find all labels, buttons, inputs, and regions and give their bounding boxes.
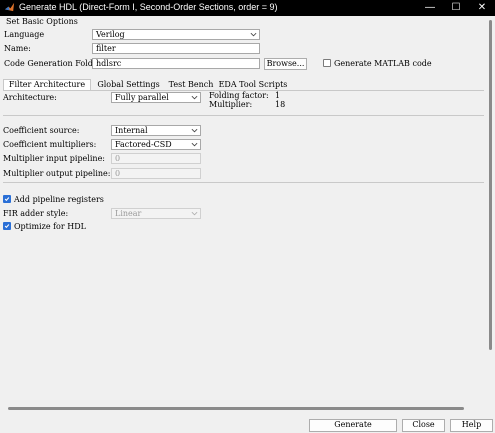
fir-adder-style-label: FIR adder style: [3, 209, 69, 218]
tab-global-settings[interactable]: Global Settings [91, 80, 166, 90]
language-select[interactable]: Verilog [92, 29, 260, 40]
folding-factor-value: 1 [275, 91, 281, 100]
help-button[interactable]: Help [450, 419, 493, 432]
multiplier-input-pipeline-input[interactable]: 0 [111, 153, 201, 164]
separator [3, 182, 484, 183]
filter-architecture-panel: Architecture: Fully parallel Folding fac… [3, 90, 484, 401]
generate-matlab-checkbox[interactable] [323, 59, 331, 67]
matlab-logo-icon [4, 2, 15, 12]
scrollbar-thumb[interactable] [8, 407, 464, 410]
coefficient-source-value: Internal [115, 126, 148, 135]
checkmark-icon [4, 197, 10, 202]
fir-adder-style-value: Linear [115, 209, 142, 218]
chevron-down-icon [191, 211, 198, 216]
name-input[interactable]: filter [92, 43, 260, 54]
chevron-down-icon [191, 95, 198, 100]
basic-options-title: Set Basic Options [6, 17, 78, 26]
coefficient-multipliers-value: Factored-CSD [115, 140, 172, 149]
title-bar: Generate HDL (Direct-Form I, Second-Orde… [0, 0, 495, 16]
multiplier-output-pipeline-input[interactable]: 0 [111, 168, 201, 179]
multiplier-output-pipeline-label: Multiplier output pipeline: [3, 169, 111, 178]
architecture-select[interactable]: Fully parallel [111, 92, 201, 103]
coefficient-multipliers-label: Coefficient multipliers: [3, 140, 97, 149]
vertical-scrollbar[interactable] [486, 16, 495, 420]
tab-test-bench[interactable]: Test Bench [166, 80, 216, 90]
window-title: Generate HDL (Direct-Form I, Second-Orde… [19, 2, 278, 12]
separator [3, 115, 484, 116]
fir-adder-style-select[interactable]: Linear [111, 208, 201, 219]
minimize-button[interactable]: — [417, 0, 443, 16]
chevron-down-icon [191, 142, 198, 147]
architecture-label: Architecture: [3, 93, 57, 102]
folder-input[interactable]: hdlsrc [92, 58, 260, 69]
close-button[interactable]: Close [402, 419, 445, 432]
optimize-for-hdl-label: Optimize for HDL [14, 222, 86, 231]
language-select-value: Verilog [96, 30, 125, 39]
language-label: Language [4, 30, 45, 39]
coefficient-multipliers-select[interactable]: Factored-CSD [111, 139, 201, 150]
name-label: Name: [4, 44, 31, 53]
multiplier-value: 18 [275, 100, 286, 109]
close-window-button[interactable]: ✕ [469, 0, 495, 16]
chevron-down-icon [191, 128, 198, 133]
maximize-button[interactable]: ☐ [443, 0, 469, 16]
scrollbar-thumb[interactable] [489, 20, 492, 350]
multiplier-label: Multiplier: [209, 100, 253, 109]
generate-button[interactable]: Generate [309, 419, 397, 432]
add-pipeline-registers-label: Add pipeline registers [14, 195, 104, 204]
folding-factor-label: Folding factor: [209, 91, 269, 100]
architecture-select-value: Fully parallel [115, 93, 169, 102]
generate-matlab-label: Generate MATLAB code [334, 59, 432, 68]
checkmark-icon [4, 224, 10, 229]
tab-eda-tool-scripts[interactable]: EDA Tool Scripts [217, 80, 289, 90]
add-pipeline-registers-checkbox[interactable] [3, 195, 11, 203]
multiplier-input-pipeline-label: Multiplier input pipeline: [3, 154, 105, 163]
folder-label: Code Generation Folder [4, 59, 102, 68]
optimize-for-hdl-checkbox[interactable] [3, 222, 11, 230]
horizontal-scrollbar[interactable] [0, 404, 486, 413]
chevron-down-icon [250, 32, 257, 37]
coefficient-source-label: Coefficient source: [3, 126, 80, 135]
coefficient-source-select[interactable]: Internal [111, 125, 201, 136]
browse-button[interactable]: Browse... [264, 58, 307, 70]
